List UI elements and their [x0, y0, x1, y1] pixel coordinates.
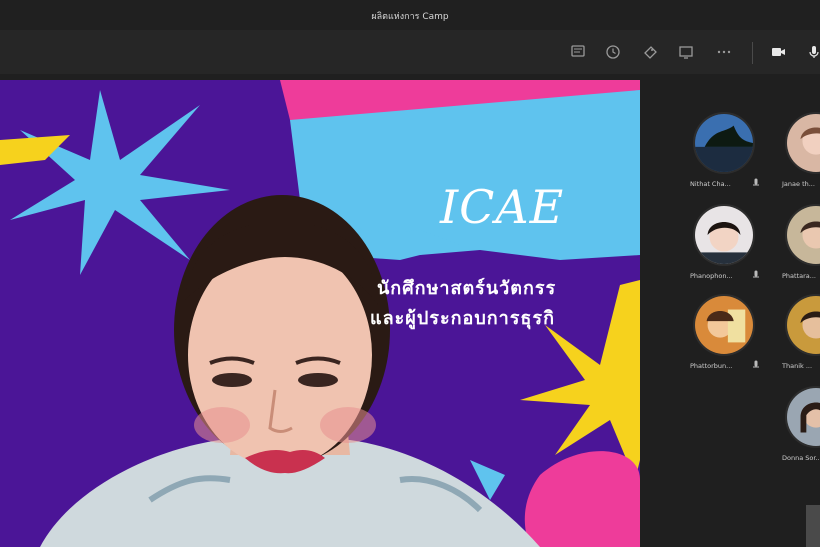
reactions-button[interactable]: [638, 40, 662, 64]
gallery-scrollbar[interactable]: [806, 505, 820, 547]
participant-name: Thanik ...: [782, 362, 813, 370]
participant-gallery: Nithat Cha... Janae th... Phanophon... P…: [640, 80, 820, 547]
meeting-toolbar: [0, 30, 820, 74]
avatar: [785, 204, 820, 266]
participant-name: Phanophon...: [690, 272, 733, 280]
camera-button[interactable]: [766, 40, 790, 64]
participant-tile[interactable]: Janae th...: [772, 112, 820, 192]
avatar: [693, 112, 755, 174]
avatar: [785, 112, 820, 174]
main-video-stage: ICAE นักศึกษาสตร์นวัตกรร และผู้ประกอบการ…: [0, 80, 640, 547]
chat-icon: [571, 45, 585, 57]
participant-tile[interactable]: Phattara...: [772, 204, 820, 284]
participant-name: Janae th...: [782, 180, 815, 188]
presentation-subtitle-line1: นักศึกษาสตร์นวัตกรร: [377, 278, 557, 299]
window-title: ผลิตแห่งการ Camp: [371, 12, 449, 22]
toolbar-divider: [752, 42, 753, 64]
share-screen-button[interactable]: [674, 40, 698, 64]
participant-name: Phattorbun...: [690, 362, 733, 370]
participant-name: Donna Sor...: [782, 454, 820, 462]
presentation-subtitle-line2: และผู้ประกอบการธุรกิ: [370, 308, 555, 329]
mic-icon: [809, 46, 819, 58]
avatar: [693, 294, 755, 356]
share-screen-icon: [679, 46, 693, 59]
participant-tile[interactable]: Donna Sor...: [772, 386, 820, 466]
participant-tile[interactable]: Phanophon...: [680, 204, 760, 284]
participant-name: Nithat Cha...: [690, 180, 731, 188]
window-titlebar: ผลิตแห่งการ Camp: [0, 0, 820, 30]
more-icon: [717, 50, 731, 54]
more-options-button[interactable]: [712, 40, 736, 64]
participant-tile[interactable]: Thanik ...: [772, 294, 820, 374]
mic-muted-icon: [753, 360, 759, 368]
chat-button[interactable]: [566, 40, 590, 64]
presentation-brand-title: ICAE: [440, 180, 565, 234]
avatar: [785, 386, 820, 448]
mic-muted-icon: [753, 270, 759, 278]
mic-muted-icon: [753, 178, 759, 186]
timer-button[interactable]: [601, 40, 625, 64]
avatar: [693, 204, 755, 266]
participant-tile[interactable]: Phattorbun...: [680, 294, 760, 374]
participant-name: Phattara...: [782, 272, 816, 280]
reactions-icon: [644, 46, 657, 59]
clock-icon: [606, 45, 620, 59]
mic-button[interactable]: [802, 40, 820, 64]
participant-tile[interactable]: Nithat Cha...: [680, 112, 760, 192]
avatar: [785, 294, 820, 356]
camera-icon: [772, 48, 785, 56]
